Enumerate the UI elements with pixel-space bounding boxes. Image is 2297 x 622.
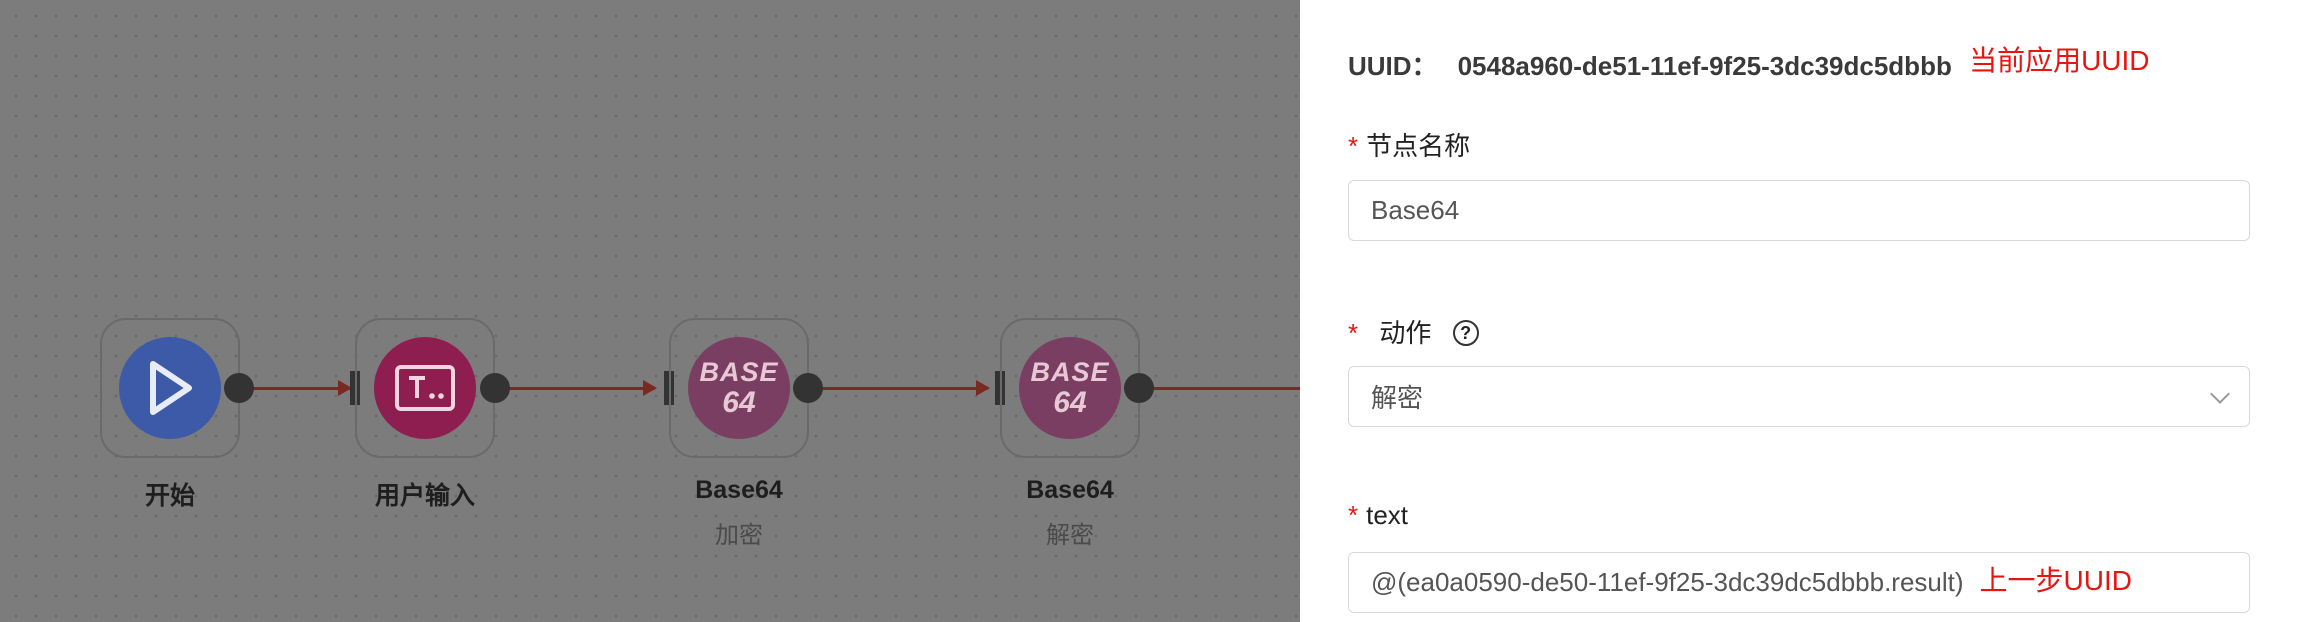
base64-icon-text: BASE (699, 356, 779, 387)
node-title: 用户输入 (374, 482, 475, 510)
node-subtitle: 加密 (715, 522, 763, 549)
node-base64-decode[interactable]: BASE 64 (1000, 318, 1140, 458)
base64-icon-text: 64 (722, 385, 756, 419)
previous-step-annotation: 上一步UUID (1979, 564, 2132, 596)
node-title: Base64 (1026, 476, 1114, 504)
node-title: Base64 (695, 476, 783, 504)
action-selected-value: 解密 (1371, 383, 1424, 413)
base64-icon-text: BASE (1030, 356, 1110, 387)
edge-encode-to-decode (808, 387, 988, 390)
uuid-label: UUID： (1348, 51, 1438, 81)
node-name-label-text: 节点名称 (1366, 131, 1471, 161)
edge-start-to-input (240, 387, 350, 390)
node-name-label: * 节点名称 (1348, 126, 1470, 163)
node-user-input[interactable] (355, 318, 495, 458)
required-mark: * (1348, 318, 1359, 348)
terminal-input-icon (374, 337, 476, 439)
edge-input-to-encode (495, 387, 655, 390)
action-label: * 动作 ? (1348, 313, 1479, 350)
uuid-value: 0548a960-de51-11ef-9f25-3dc39dc5dbbb (1457, 51, 1952, 81)
play-icon (119, 337, 221, 439)
base64-icon-text: 64 (1053, 385, 1087, 419)
node-name-input[interactable]: Base64 (1348, 180, 2250, 241)
node-title: 开始 (144, 482, 195, 510)
edge-arrow-icon (643, 380, 657, 396)
node-start[interactable] (100, 318, 240, 458)
action-select[interactable]: 解密 (1348, 366, 2250, 427)
uuid-row: UUID： 0548a960-de51-11ef-9f25-3dc39dc5dbb… (1348, 44, 2150, 84)
text-label-text: text (1366, 500, 1409, 530)
node-input-output-port[interactable] (480, 373, 510, 403)
help-icon[interactable]: ? (1452, 320, 1479, 347)
action-label-text: 动作 (1379, 318, 1432, 348)
edge-decode-out (1140, 387, 1300, 390)
node-name-value: Base64 (1371, 195, 1460, 225)
base64-icon: BASE 64 (1019, 337, 1121, 439)
text-input-value: @(ea0a0590-de50-11ef-9f25-3dc39dc5dbbb.r… (1371, 567, 1964, 597)
base64-icon: BASE 64 (688, 337, 790, 439)
node-settings-panel: UUID： 0548a960-de51-11ef-9f25-3dc39dc5dbb… (1300, 0, 2297, 622)
node-start-output-port[interactable] (224, 373, 254, 403)
required-mark: * (1348, 500, 1359, 530)
node-encode-output-port[interactable] (793, 373, 823, 403)
uuid-annotation: 当前应用UUID (1969, 45, 2150, 76)
workflow-canvas[interactable]: 开始 用户输入 BASE 64 Base64 加密 BASE 64 Base64… (0, 0, 1300, 622)
required-mark: * (1348, 131, 1359, 161)
text-input[interactable]: @(ea0a0590-de50-11ef-9f25-3dc39dc5dbbb.r… (1348, 552, 2250, 613)
node-decode-output-port[interactable] (1124, 373, 1154, 403)
node-base64-encode[interactable]: BASE 64 (669, 318, 809, 458)
node-subtitle: 解密 (1046, 522, 1094, 549)
chevron-down-icon (2210, 384, 2230, 404)
edge-arrow-icon (976, 380, 990, 396)
text-label: * text (1348, 500, 1408, 531)
